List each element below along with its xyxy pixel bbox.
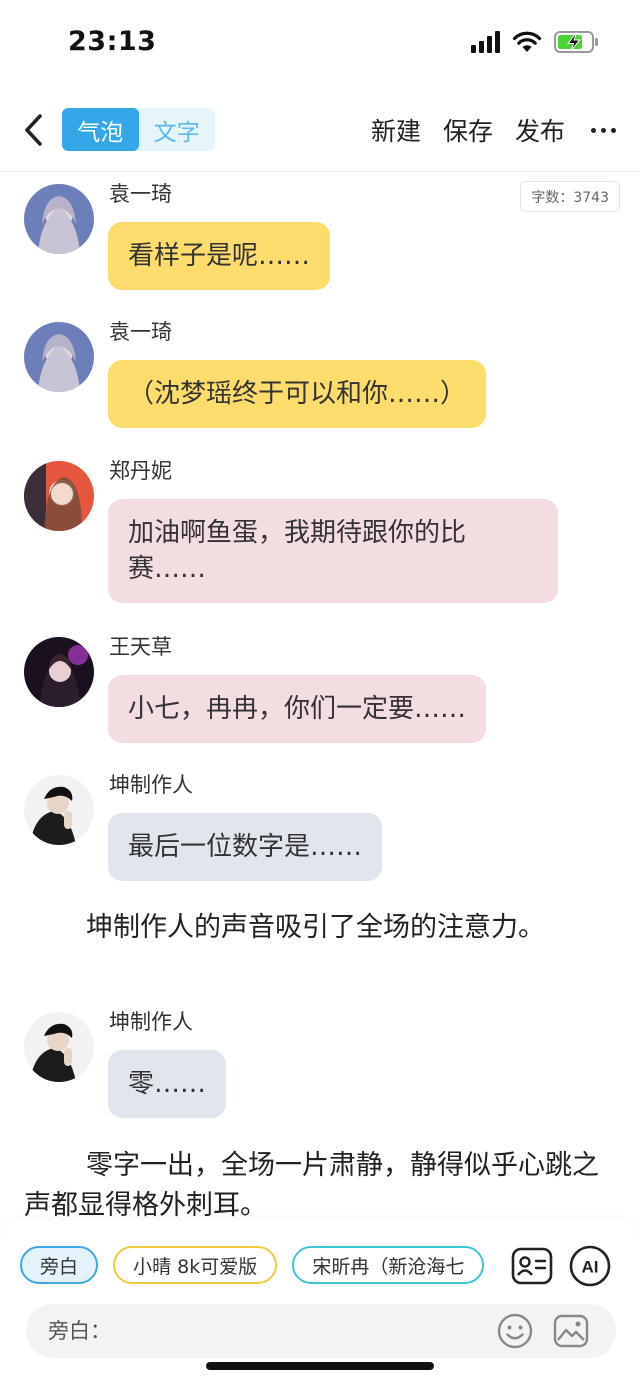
speaker-name: 袁一琦 [109,320,172,344]
message-bubble[interactable]: 加油啊鱼蛋，我期待跟你的比赛…… [108,499,558,603]
avatar-zheng[interactable] [24,461,94,531]
mode-toggle: 气泡 文字 [62,108,215,151]
avatar-yuan[interactable] [24,322,94,392]
status-time: 23:13 [68,26,157,57]
more-options-button[interactable] [587,110,616,150]
image-icon [553,1314,589,1348]
message-bubble[interactable]: （沈梦瑶终于可以和你……） [108,360,487,428]
speaker-chip-list[interactable]: 旁白 小晴 8k可爱版 宋昕冉（新沧海七 [20,1246,492,1286]
avatar-yuan[interactable] [24,184,94,254]
message-bubble[interactable]: 看样子是呢…… [108,222,331,290]
tab-bubble-mode[interactable]: 气泡 [62,108,139,151]
chat-message: 坤制作人 最后一位数字是…… [24,773,624,890]
battery-charging-icon [554,31,598,53]
status-icons [471,30,600,54]
ai-label: AI [582,1258,599,1277]
chat-message: 坤制作人 零…… [24,1010,624,1127]
status-bar: 23:13 [0,0,640,88]
emoji-button[interactable] [496,1312,534,1350]
ai-icon: AI [569,1245,611,1287]
new-button[interactable]: 新建 [371,112,421,148]
message-bubble[interactable]: 小七，冉冉，你们一定要…… [108,675,487,743]
avatar-kun[interactable] [24,775,94,845]
ai-assist-button[interactable]: AI [568,1244,612,1288]
character-card-button[interactable] [510,1244,554,1288]
narration-text[interactable]: 零字一出，全场一片肃静，静得似乎心跳之声都显得格外刺耳。 [24,1146,624,1220]
speaker-name: 袁一琦 [109,182,172,206]
word-count-badge: 字数：3743 [520,181,620,212]
avatar-wang[interactable] [24,637,94,707]
more-dot [591,127,596,133]
speaker-name: 郑丹妮 [109,459,172,483]
chat-message: 袁一琦 （沈梦瑶终于可以和你……） [24,320,624,437]
chevron-left-icon [25,114,42,146]
message-bubble[interactable]: 最后一位数字是…… [108,813,383,881]
composer-input[interactable] [26,1304,486,1358]
narration-text[interactable]: 坤制作人的声音吸引了全场的注意力。 [24,908,624,948]
speaker-chip[interactable]: 宋昕冉（新沧海七 [292,1246,485,1284]
speaker-chip-narrator[interactable]: 旁白 [20,1246,99,1284]
emoji-icon [497,1313,533,1349]
top-nav: 气泡 文字 新建 保存 发布 [0,100,640,160]
speaker-chip[interactable]: 小晴 8k可爱版 [113,1246,278,1284]
tab-text-mode[interactable]: 文字 [139,108,216,151]
insert-image-button[interactable] [552,1312,590,1350]
chat-message: 郑丹妮 加油啊鱼蛋，我期待跟你的比赛…… [24,459,624,611]
home-indicator [206,1362,434,1370]
composer-input-bar [26,1304,616,1358]
contact-card-icon [511,1247,553,1285]
speaker-name: 王天草 [109,635,172,659]
chat-message: 王天草 小七，冉冉，你们一定要…… [24,635,624,752]
publish-button[interactable]: 发布 [515,112,565,148]
wifi-icon [512,31,542,52]
speaker-name: 坤制作人 [109,1010,193,1034]
composer-panel: 旁白 小晴 8k可爱版 宋昕冉（新沧海七 AI [0,1220,640,1385]
nav-actions: 新建 保存 发布 [371,110,616,150]
back-button[interactable] [18,108,50,152]
speaker-name: 坤制作人 [109,773,193,797]
save-button[interactable]: 保存 [443,112,493,148]
more-dot [611,127,616,133]
message-bubble[interactable]: 零…… [108,1050,227,1118]
cellular-signal-icon [471,31,500,53]
more-dot [601,127,606,133]
chat-scroll-area[interactable]: 袁一琦 看样子是呢…… 袁一琦 （沈梦瑶终于可以和你……） 郑丹妮 加油啊鱼蛋，… [0,172,640,1220]
avatar-kun[interactable] [24,1012,94,1082]
